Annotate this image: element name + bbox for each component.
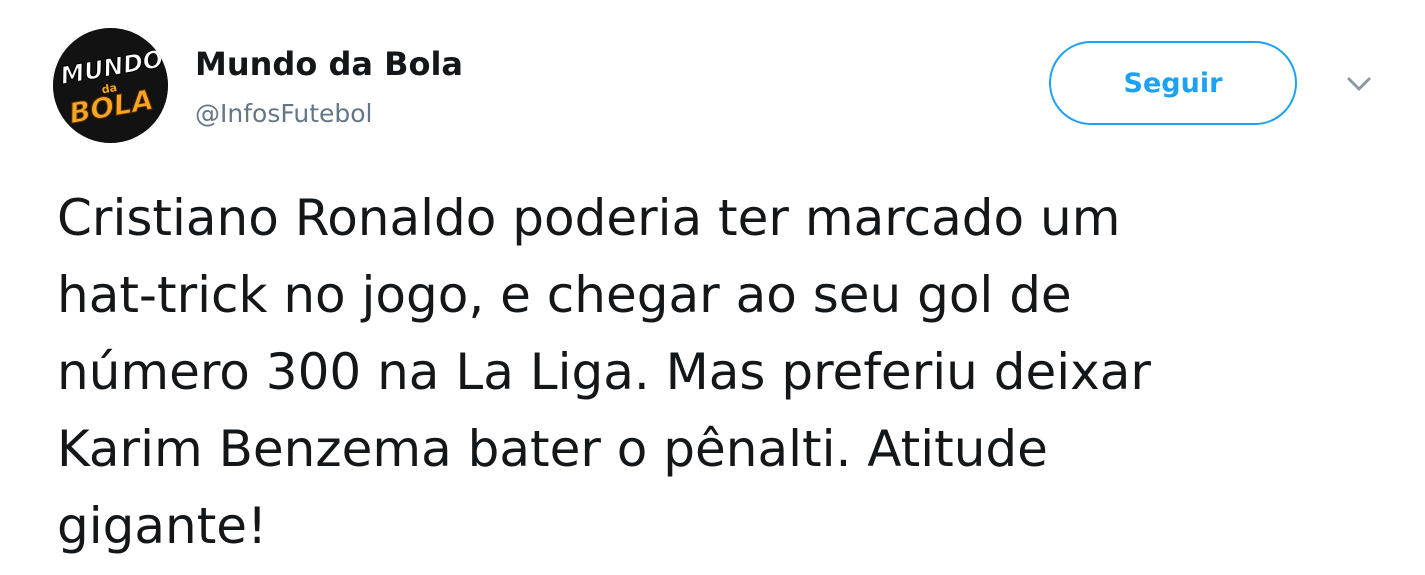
follow-button[interactable]: Seguir <box>1049 41 1297 125</box>
avatar[interactable]: MUNDO da BOLA <box>53 28 168 143</box>
display-name[interactable]: Mundo da Bola <box>195 44 463 84</box>
user-handle[interactable]: @InfosFutebol <box>195 97 373 131</box>
chevron-down-icon[interactable] <box>1343 72 1375 96</box>
tweet-text: Cristiano Ronaldo poderia ter marcado um… <box>57 189 1151 555</box>
mundo-da-bola-logo: MUNDO da BOLA <box>53 28 168 143</box>
tweet-header: MUNDO da BOLA Mundo da Bola @InfosFutebo… <box>0 0 1425 160</box>
